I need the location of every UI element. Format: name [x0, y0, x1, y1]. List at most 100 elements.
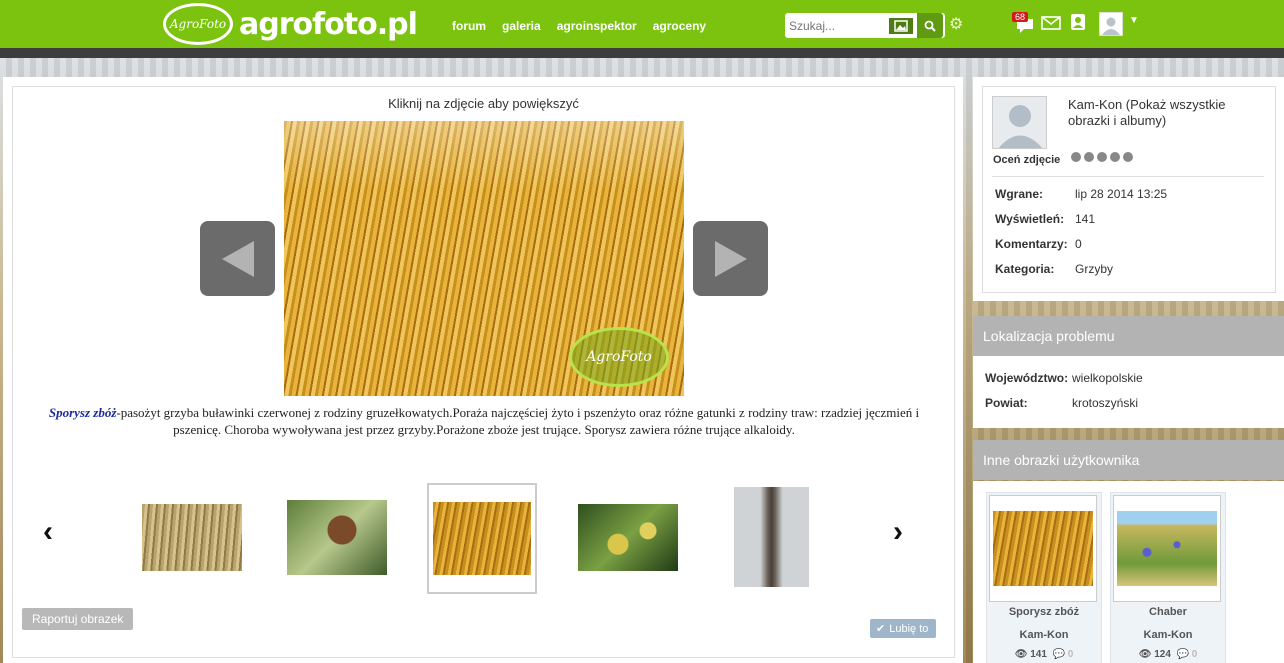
views-count: 124: [1154, 649, 1171, 660]
eye-icon: 👁: [1138, 649, 1152, 660]
like-button[interactable]: ✔ Lubię to: [870, 619, 937, 638]
photo-box: Kliknij na zdjęcie aby powiększyć AgroFo…: [12, 86, 955, 658]
description-title: Sporysz zbóż: [48, 405, 117, 420]
info-value: lip 28 2014 13:25: [1075, 187, 1168, 201]
comments-count: 0: [1191, 649, 1198, 660]
uploader-link[interactable]: Kam-Kon (Pokaż wszystkie obrazki i album…: [1068, 97, 1263, 128]
thumbnail-3-selected[interactable]: [427, 483, 537, 594]
photo-panel: Kliknij na zdjęcie aby powiększyć AgroFo…: [3, 77, 963, 663]
arrow-left-icon: [221, 240, 254, 277]
thumbs-prev-icon[interactable]: ‹: [43, 515, 53, 549]
other-image-user[interactable]: Kam-Kon: [1111, 629, 1225, 641]
enlarge-hint: Kliknij na zdjęcie aby powiększyć: [388, 96, 579, 111]
main-nav: forum galeria agroinspektor agroceny: [452, 19, 706, 33]
info-row-views: Wyświetleń: 141: [995, 212, 1095, 226]
other-image-card[interactable]: Chaber Kam-Kon 👁 124 💬 0: [1110, 492, 1226, 663]
thumbnail-2[interactable]: [287, 500, 387, 575]
info-row-comments: Komentarzy: 0: [995, 237, 1082, 251]
other-image-stats: 👁 141 💬 0: [987, 649, 1101, 660]
rating-dot-icon[interactable]: [1071, 152, 1081, 162]
location-value: wielkopolskie: [1072, 371, 1143, 385]
logo-text: agrofoto.pl: [239, 6, 418, 42]
search-icon: [924, 20, 936, 32]
uploader-avatar[interactable]: [992, 96, 1047, 149]
thumbs-next-icon[interactable]: ›: [893, 515, 903, 549]
report-image-button[interactable]: Raportuj obrazek: [22, 608, 134, 630]
main-photo[interactable]: AgroFoto: [284, 121, 684, 396]
rating-stars[interactable]: [1071, 152, 1133, 162]
thumbnail-5[interactable]: [734, 487, 809, 587]
checkmark-icon: ✔: [876, 623, 886, 635]
arrow-right-icon: [714, 240, 747, 277]
logo-badge: AgroFoto: [163, 3, 233, 45]
info-value[interactable]: Grzyby: [1075, 262, 1113, 276]
info-row-uploaded: Wgrane: lip 28 2014 13:25: [995, 187, 1167, 201]
nav-forum[interactable]: forum: [452, 19, 486, 33]
like-label: Lubię to: [889, 622, 929, 635]
info-value: 141: [1075, 212, 1096, 226]
thumbnail-3-image: [433, 502, 531, 575]
other-image-card[interactable]: Sporysz zbóż Kam-Kon 👁 141 💬 0: [986, 492, 1102, 663]
image-search-button[interactable]: [887, 15, 915, 36]
contact-card-icon[interactable]: [1070, 13, 1086, 36]
other-image-stats: 👁 124 💬 0: [1111, 649, 1225, 660]
site-logo[interactable]: AgroFoto agrofoto.pl: [163, 3, 418, 45]
location-value: krotoszyński: [1072, 396, 1139, 410]
eye-icon: 👁: [1014, 649, 1028, 660]
next-photo-button[interactable]: [693, 221, 768, 296]
search-button[interactable]: [917, 13, 943, 38]
info-key: Wyświetleń:: [995, 212, 1065, 226]
other-images-title: Inne obrazki użytkownika: [973, 440, 1284, 480]
nav-galeria[interactable]: galeria: [502, 19, 541, 33]
search-box: [785, 13, 945, 38]
location-key: Powiat:: [985, 396, 1028, 410]
info-key: Wgrane:: [995, 187, 1043, 201]
rating-dot-icon[interactable]: [1097, 152, 1107, 162]
rate-label: Oceń zdjęcie: [993, 154, 1061, 166]
other-image-caption[interactable]: Chaber: [1111, 606, 1225, 618]
divider: [992, 176, 1264, 177]
notification-badge: 68: [1012, 12, 1029, 22]
info-value: 0: [1075, 237, 1082, 251]
other-image-caption[interactable]: Sporysz zbóż: [987, 606, 1101, 618]
other-image-thumbnail[interactable]: [989, 495, 1097, 602]
prev-photo-button[interactable]: [200, 221, 275, 296]
chevron-down-icon[interactable]: ▼: [1129, 15, 1139, 26]
photo-info-panel: Kam-Kon (Pokaż wszystkie obrazki i album…: [973, 77, 1284, 301]
location-panel: Województwo: wielkopolskie Powiat: krotosz…: [973, 356, 1284, 428]
comment-icon: 💬: [1052, 649, 1065, 660]
comments-count: 0: [1067, 649, 1074, 660]
location-row-county: Powiat: krotoszyński: [985, 396, 1138, 410]
user-icon: [1102, 17, 1120, 35]
info-key: Komentarzy:: [995, 237, 1068, 251]
photo-description: Sporysz zbóż-pasożyt grzyba buławinki cz…: [28, 405, 940, 439]
location-key: Województwo:: [985, 371, 1069, 385]
rating-dot-icon[interactable]: [1110, 152, 1120, 162]
thumbnail-4[interactable]: [578, 504, 678, 571]
gear-icon[interactable]: ⚙: [949, 14, 963, 34]
location-row-voivodeship: Województwo: wielkopolskie: [985, 371, 1143, 385]
nav-agroceny[interactable]: agroceny: [653, 19, 706, 33]
views-count: 141: [1030, 649, 1047, 660]
other-image-thumbnail[interactable]: [1113, 495, 1221, 602]
location-panel-title: Lokalizacja problemu: [973, 316, 1284, 356]
info-key: Kategoria:: [995, 262, 1055, 276]
user-avatar[interactable]: [1099, 12, 1123, 36]
nav-agroinspektor[interactable]: agroinspektor: [557, 19, 637, 33]
mail-icon[interactable]: [1041, 14, 1061, 35]
top-bar-shadow: [0, 48, 1284, 58]
top-bar: AgroFoto agrofoto.pl forum galeria agroi…: [0, 0, 1284, 48]
notifications-button[interactable]: 68: [1012, 12, 1038, 34]
user-icon: [998, 105, 1043, 148]
watermark-logo: AgroFoto: [569, 327, 669, 387]
rating-dot-icon[interactable]: [1084, 152, 1094, 162]
thumbnail-1[interactable]: [142, 504, 242, 571]
other-image-photo: [1117, 511, 1217, 586]
description-body: -pasożyt grzyba buławinki czerwonej z ro…: [116, 405, 920, 437]
thumbnail-strip: ‹ ›: [13, 482, 954, 597]
rating-dot-icon[interactable]: [1123, 152, 1133, 162]
search-input[interactable]: [785, 14, 885, 37]
other-image-user[interactable]: Kam-Kon: [987, 629, 1101, 641]
info-row-category: Kategoria: Grzyby: [995, 262, 1113, 276]
other-image-photo: [993, 511, 1093, 586]
